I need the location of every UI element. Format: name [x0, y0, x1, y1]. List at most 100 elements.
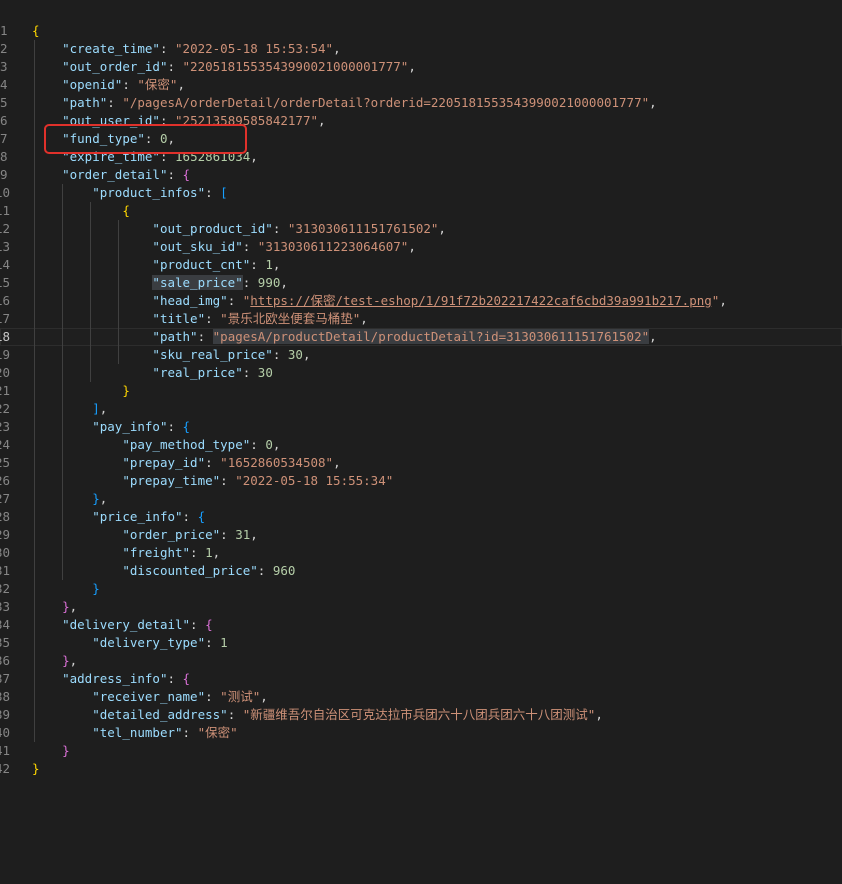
code-line[interactable]: 18 "path": "pagesA/productDetail/product… [0, 328, 842, 346]
code-token: : [205, 689, 221, 704]
code-text: } [32, 580, 100, 598]
code-line[interactable]: 20 "real_price": 30 [0, 364, 842, 382]
code-line[interactable]: 36 }, [0, 652, 842, 670]
code-token: "title" [152, 311, 206, 326]
code-line[interactable]: 41 } [0, 742, 842, 760]
code-line[interactable]: 27 }, [0, 490, 842, 508]
code-token: "real_price" [152, 365, 243, 380]
code-line[interactable]: 15 "sale_price": 990, [0, 274, 842, 292]
code-line[interactable]: 28 "price_info": { [0, 508, 842, 526]
code-text: }, [32, 598, 77, 616]
code-line[interactable]: 3 "out_order_id": "220518155354399002100… [0, 58, 842, 76]
code-line[interactable]: 31 "discounted_price": 960 [0, 562, 842, 580]
code-line[interactable]: 39 "detailed_address": "新疆维吾尔自治区可克达拉市兵团六… [0, 706, 842, 724]
code-line[interactable]: 9 "order_detail": { [0, 166, 842, 184]
code-line[interactable]: 14 "product_cnt": 1, [0, 256, 842, 274]
code-token: "freight" [122, 545, 191, 560]
line-number: 5 [0, 95, 8, 110]
code-line[interactable]: 42} [0, 760, 842, 778]
code-token: : [242, 365, 258, 380]
code-line[interactable]: 10 "product_infos": [ [0, 184, 842, 202]
code-token: } [32, 761, 40, 776]
code-line[interactable]: 25 "prepay_id": "1652860534508", [0, 454, 842, 472]
line-number: 40 [0, 725, 10, 740]
code-token: : [159, 41, 176, 56]
code-line[interactable]: 24 "pay_method_type": 0, [0, 436, 842, 454]
code-token: , [280, 275, 288, 290]
code-line[interactable]: 26 "prepay_time": "2022-05-18 15:55:34" [0, 472, 842, 490]
code-token: "out_sku_id" [152, 239, 243, 254]
code-token: 30 [287, 347, 303, 362]
code-line[interactable]: 21 } [0, 382, 842, 400]
code-line[interactable]: 13 "out_sku_id": "313030611223064607", [0, 238, 842, 256]
line-number: 29 [0, 527, 10, 542]
line-number: 25 [0, 455, 10, 470]
code-token: , [649, 329, 657, 344]
code-line[interactable]: 1{ [0, 22, 842, 40]
line-number: 7 [0, 131, 8, 146]
line-number: 9 [0, 167, 8, 182]
code-line[interactable]: 11 { [0, 202, 842, 220]
code-token: "pay_method_type" [122, 437, 251, 452]
code-line[interactable]: 12 "out_product_id": "313030611151761502… [0, 220, 842, 238]
code-line[interactable]: 40 "tel_number": "保密" [0, 724, 842, 742]
line-number: 1 [0, 23, 8, 38]
code-token: 1 [220, 635, 228, 650]
line-number: 19 [0, 347, 10, 362]
code-token: "2205181553543990021000001777" [182, 59, 409, 74]
code-token: "313030611151761502" [287, 221, 439, 236]
code-token: "openid" [62, 77, 123, 92]
code-token: https://保密/test-eshop/1/91f72b202217422c… [250, 293, 712, 308]
code-line[interactable]: 16 "head_img": "https://保密/test-eshop/1/… [0, 292, 842, 310]
code-token: } [122, 383, 130, 398]
indent-guide [62, 184, 63, 580]
code-line[interactable]: 2 "create_time": "2022-05-18 15:53:54", [0, 40, 842, 58]
code-line[interactable]: 32 } [0, 580, 842, 598]
code-token: : [250, 257, 266, 272]
code-line[interactable]: 29 "order_price": 31, [0, 526, 842, 544]
code-line[interactable]: 35 "delivery_type": 1 [0, 634, 842, 652]
code-token: 0 [265, 437, 273, 452]
code-text: "create_time": "2022-05-18 15:53:54", [32, 40, 340, 58]
code-token: : [272, 347, 288, 362]
code-token: "product_infos" [92, 185, 206, 200]
code-line[interactable]: 19 "sku_real_price": 30, [0, 346, 842, 364]
code-token: "delivery_detail" [62, 617, 191, 632]
code-token: "order_detail" [62, 167, 168, 182]
code-line[interactable]: 33 }, [0, 598, 842, 616]
code-line[interactable]: 34 "delivery_detail": { [0, 616, 842, 634]
code-line[interactable]: 4 "openid": "保密", [0, 76, 842, 94]
code-token: "2022-05-18 15:55:34" [235, 473, 394, 488]
line-number: 12 [0, 221, 10, 236]
code-line[interactable]: 30 "freight": 1, [0, 544, 842, 562]
code-token: : [197, 329, 213, 344]
code-line[interactable]: 17 "title": "景乐北欧坐便套马桶垫", [0, 310, 842, 328]
code-line[interactable]: 22 ], [0, 400, 842, 418]
code-line[interactable]: 38 "receiver_name": "测试", [0, 688, 842, 706]
indent-guide [34, 40, 35, 742]
code-token: : [190, 545, 206, 560]
code-line[interactable]: 37 "address_info": { [0, 670, 842, 688]
code-token: , [69, 653, 78, 668]
line-number: 4 [0, 77, 8, 92]
line-number: 11 [0, 203, 10, 218]
code-line[interactable]: 23 "pay_info": { [0, 418, 842, 436]
line-number: 26 [0, 473, 10, 488]
code-text: }, [32, 490, 107, 508]
code-line[interactable]: 5 "path": "/pagesA/orderDetail/orderDeta… [0, 94, 842, 112]
code-token: : [220, 473, 236, 488]
code-token: , [250, 149, 258, 164]
line-number: 33 [0, 599, 10, 614]
